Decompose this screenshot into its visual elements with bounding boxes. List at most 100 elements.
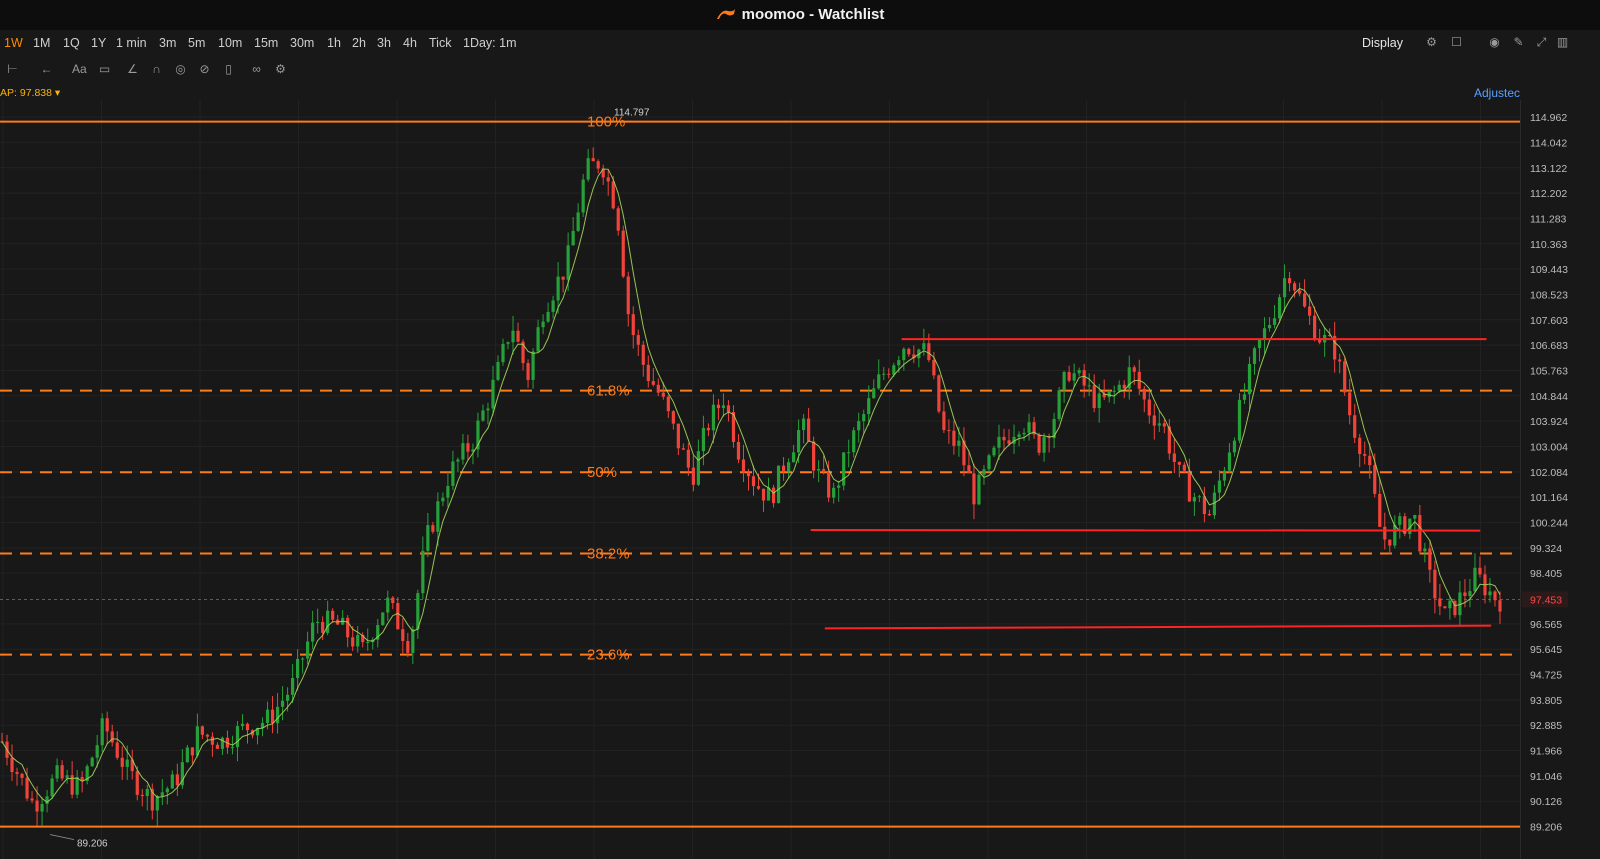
- price-tick-label: 91.046: [1530, 771, 1562, 783]
- price-tick-label: 113.122: [1530, 163, 1567, 175]
- candle-down: [1182, 464, 1186, 471]
- gear-icon[interactable]: ⚙: [1425, 36, 1438, 49]
- timeframe-5m[interactable]: 5m: [188, 36, 205, 50]
- candle-down: [401, 629, 405, 641]
- timeframe-30m[interactable]: 30m: [290, 36, 314, 50]
- timeframe-3m[interactable]: 3m: [159, 36, 176, 50]
- candle-down: [1162, 423, 1166, 427]
- candle-up: [1062, 372, 1066, 391]
- candle-up: [75, 777, 79, 795]
- candle-up: [1112, 390, 1116, 392]
- price-chart[interactable]: 100%61.8%50%38.2%23.6%114.79789.206: [0, 100, 1520, 859]
- candle-down: [967, 465, 971, 474]
- candle-up: [326, 610, 330, 633]
- candle-down: [771, 487, 776, 504]
- timeframe-1day-1m[interactable]: 1Day: 1m: [463, 36, 517, 50]
- timeframe-1q[interactable]: 1Q: [63, 36, 80, 50]
- candle-down: [1463, 592, 1467, 596]
- title-bar: moomoo - Watchlist: [0, 0, 1600, 30]
- candle-up: [501, 343, 505, 363]
- timeframe-tick[interactable]: Tick: [429, 36, 451, 50]
- indicator-dropdown-icon[interactable]: ▾: [55, 87, 60, 99]
- candle-up: [155, 796, 159, 811]
- candle-up: [220, 737, 225, 749]
- candle-down: [1207, 514, 1212, 516]
- timeframe-2h[interactable]: 2h: [352, 36, 366, 50]
- candle-up: [957, 440, 961, 446]
- candle-up: [1097, 393, 1101, 409]
- candle-down: [60, 765, 64, 779]
- candle-up: [1247, 363, 1252, 395]
- candle-down: [1142, 388, 1146, 400]
- candle-up: [867, 398, 871, 415]
- price-tick-label: 93.805: [1530, 695, 1562, 707]
- candle-down: [1498, 600, 1502, 612]
- camera-icon[interactable]: ◉: [1488, 36, 1501, 49]
- display-menu-button[interactable]: Display: [1362, 36, 1403, 50]
- candle-up: [185, 747, 189, 763]
- price-tick-label: 98.405: [1530, 568, 1562, 580]
- timeframe-1h[interactable]: 1h: [327, 36, 341, 50]
- settings-icon[interactable]: ⚙: [274, 63, 287, 76]
- timeframe-3h[interactable]: 3h: [377, 36, 391, 50]
- moomoo-logo-icon: [716, 9, 735, 19]
- timeframe-1w[interactable]: 1W: [4, 36, 23, 50]
- indicator-value: 97.838: [19, 87, 52, 99]
- candle-down: [331, 610, 335, 620]
- timeframe-1m[interactable]: 1M: [33, 36, 50, 50]
- candle-down: [1358, 437, 1362, 454]
- candle-down: [741, 459, 746, 473]
- candle-up: [195, 726, 199, 756]
- candle-up: [1222, 470, 1227, 481]
- price-tick-label: 106.683: [1530, 340, 1568, 352]
- layout-icon[interactable]: ▥: [1556, 36, 1569, 49]
- price-tick-label: 89.206: [1530, 822, 1562, 834]
- candle-down: [947, 430, 951, 432]
- adjust-link[interactable]: Adjustec: [1474, 86, 1520, 100]
- candle-up: [1027, 422, 1031, 433]
- candle-up: [541, 321, 545, 328]
- hide-icon[interactable]: ⊘: [198, 63, 211, 76]
- candle-up: [1267, 324, 1272, 329]
- timeframe-4h[interactable]: 4h: [403, 36, 417, 50]
- cursor-icon[interactable]: ⊢: [6, 63, 19, 76]
- candle-down: [676, 423, 680, 449]
- trash-icon[interactable]: ▯: [222, 63, 235, 76]
- candle-down: [1338, 359, 1342, 362]
- pen-icon[interactable]: ✎: [1512, 36, 1525, 49]
- candle-down: [526, 363, 530, 380]
- square-icon[interactable]: ☐: [1450, 36, 1463, 49]
- candle-down: [651, 381, 655, 385]
- link-icon[interactable]: ∞: [250, 63, 263, 76]
- candle-up: [1468, 591, 1472, 596]
- magnet-icon[interactable]: ∩: [150, 63, 163, 76]
- candle-up: [100, 718, 104, 746]
- candle-down: [35, 800, 39, 812]
- price-tick-label: 105.763: [1530, 365, 1568, 377]
- candle-up: [1087, 385, 1091, 387]
- candle-down: [1082, 370, 1086, 386]
- candle-down: [1478, 567, 1482, 575]
- candle-up: [551, 300, 555, 312]
- candle-up: [1262, 328, 1267, 340]
- price-tick-label: 107.603: [1530, 315, 1568, 327]
- candle-down: [927, 343, 931, 360]
- candle-down: [15, 772, 19, 774]
- timeframe-1-min[interactable]: 1 min: [116, 36, 147, 50]
- timeframe-15m[interactable]: 15m: [254, 36, 278, 50]
- candle-up: [1277, 297, 1282, 319]
- candle-up: [902, 348, 906, 361]
- timeframe-10m[interactable]: 10m: [218, 36, 242, 50]
- fullscreen-icon[interactable]: ⤢: [1535, 36, 1548, 49]
- candle-down: [110, 731, 114, 743]
- text-icon[interactable]: Aa: [72, 63, 87, 76]
- candle-up: [1072, 373, 1076, 381]
- undo-arrow-icon[interactable]: ←: [40, 63, 53, 76]
- eye-icon[interactable]: ◎: [174, 63, 187, 76]
- line-tool-icon[interactable]: ∠: [126, 63, 139, 76]
- candle-down: [636, 335, 640, 345]
- candle-up: [696, 451, 700, 485]
- comment-icon[interactable]: ▭: [98, 63, 111, 76]
- candle-up: [872, 388, 876, 399]
- timeframe-1y[interactable]: 1Y: [91, 36, 106, 50]
